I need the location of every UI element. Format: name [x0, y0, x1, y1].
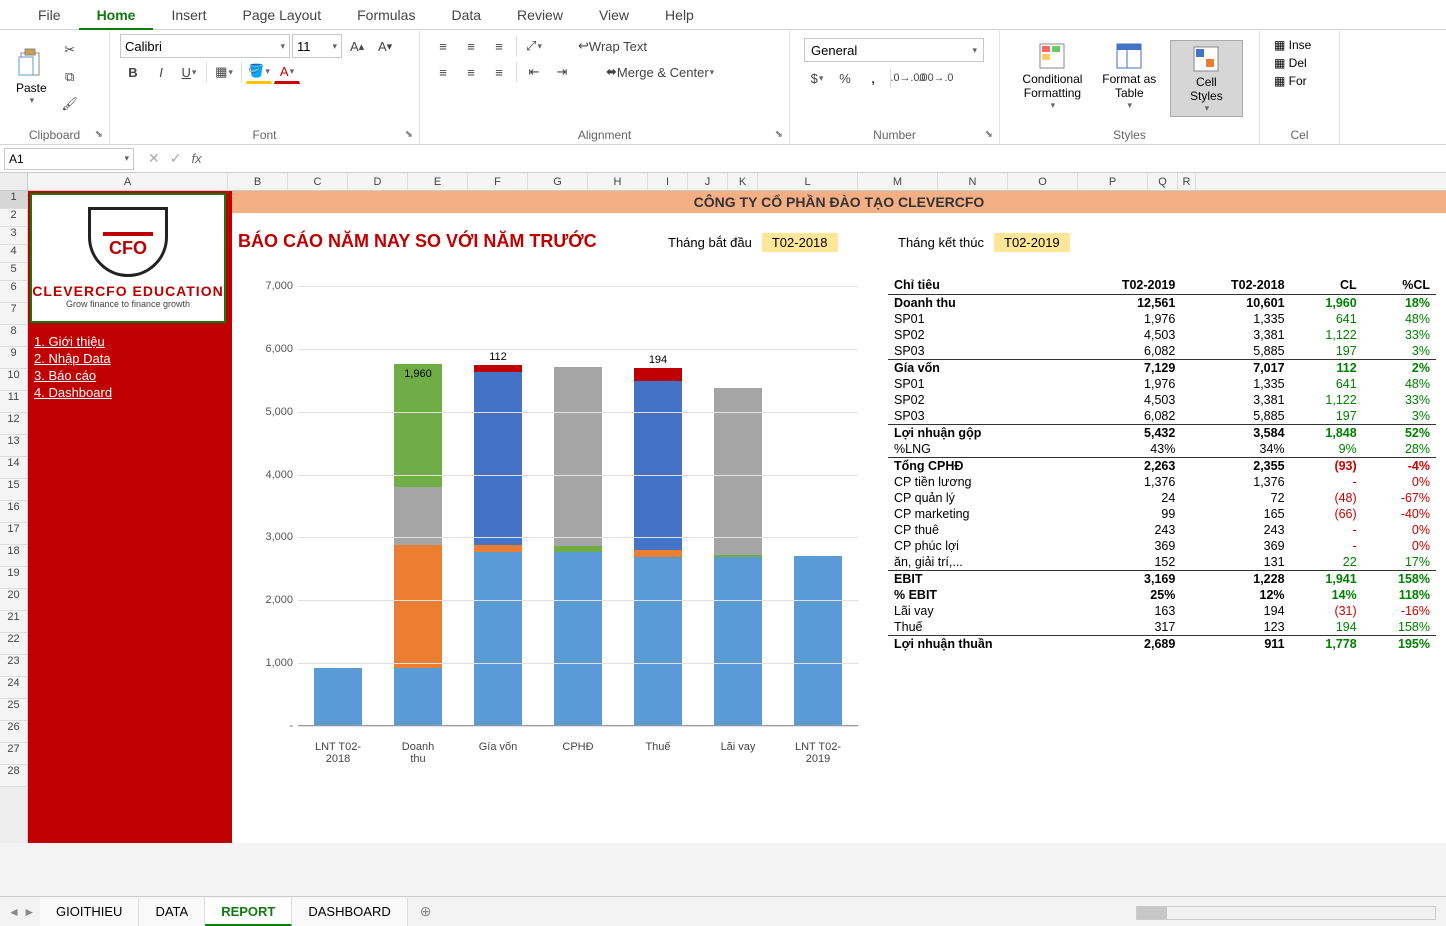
group-styles: Conditional Formatting▾ Format as Table▾… — [1000, 30, 1260, 144]
nav-sidebar: CFO CLEVERCFO EDUCATION Grow finance to … — [28, 191, 232, 843]
start-date-value: T02-2018 — [762, 233, 838, 252]
decrease-indent-button[interactable]: ⇤ — [521, 60, 547, 84]
number-format-combo[interactable]: General▾ — [804, 38, 984, 62]
increase-decimal-button[interactable]: .0→.00 — [895, 66, 921, 90]
add-sheet-button[interactable]: ⊕ — [408, 903, 444, 920]
increase-font-button[interactable]: A▴ — [344, 34, 370, 58]
nav-link-1[interactable]: 2. Nhập Data — [34, 350, 226, 367]
underline-button[interactable]: U▾ — [176, 60, 202, 84]
tab-help[interactable]: Help — [647, 0, 712, 30]
ribbon-body: Paste▾ ✂ ⧉ 🖌 Clipboard ⬊ Calibri▾ 11▾ A▴… — [0, 30, 1446, 145]
align-top-button[interactable]: ≡ — [430, 34, 456, 58]
font-size-combo[interactable]: 11▾ — [292, 34, 342, 58]
sheet-tab-report[interactable]: REPORT — [205, 898, 292, 926]
group-font: Calibri▾ 11▾ A▴ A▾ B I U▾ ▦▾ 🪣▾ A▾ Font … — [110, 30, 420, 144]
paste-button[interactable]: Paste▾ — [10, 34, 53, 119]
row-headers[interactable]: 1234567891011121314151617181920212223242… — [0, 173, 28, 843]
fill-color-button[interactable]: 🪣▾ — [246, 60, 272, 84]
worksheet-grid[interactable]: ABCDEFGHIJKLMNOPQR 123456789101112131415… — [0, 173, 1446, 843]
cut-button[interactable]: ✂ — [57, 38, 83, 61]
group-number: General▾ $▾ % , .0→.00 .00→.0 Number ⬊ — [790, 30, 1000, 144]
align-left-button[interactable]: ≡ — [430, 60, 456, 84]
group-alignment: ≡ ≡ ≡ ⤢▾ ↩ Wrap Text ≡ ≡ ≡ ⇤ ⇥ ⬌ Merge &… — [420, 30, 790, 144]
font-color-button[interactable]: A▾ — [274, 60, 300, 84]
align-right-button[interactable]: ≡ — [486, 60, 512, 84]
font-name-combo[interactable]: Calibri▾ — [120, 34, 290, 58]
font-launcher-icon[interactable]: ⬊ — [405, 129, 413, 140]
formula-input[interactable] — [208, 148, 1446, 170]
ribbon-tabs: FileHomeInsertPage LayoutFormulasDataRev… — [0, 0, 1446, 30]
format-cells-button[interactable]: ▦ For — [1274, 74, 1325, 88]
name-box[interactable]: A1▾ — [4, 148, 134, 170]
sheet-tab-data[interactable]: DATA — [139, 898, 205, 926]
nav-link-3[interactable]: 4. Dashboard — [34, 384, 226, 401]
number-launcher-icon[interactable]: ⬊ — [985, 129, 993, 140]
format-painter-button[interactable]: 🖌 — [57, 92, 83, 115]
orientation-button[interactable]: ⤢▾ — [521, 34, 547, 58]
percent-button[interactable]: % — [832, 66, 858, 90]
tab-insert[interactable]: Insert — [153, 0, 224, 30]
sheet-nav-buttons[interactable]: ◄ ► — [8, 905, 35, 919]
tab-page-layout[interactable]: Page Layout — [224, 0, 339, 30]
tab-review[interactable]: Review — [499, 0, 581, 30]
decrease-decimal-button[interactable]: .00→.0 — [923, 66, 949, 90]
group-cells: ▦ Inse ▦ Del ▦ For Cel — [1260, 30, 1340, 144]
tab-formulas[interactable]: Formulas — [339, 0, 433, 30]
tab-data[interactable]: Data — [433, 0, 499, 30]
group-clipboard: Paste▾ ✂ ⧉ 🖌 Clipboard ⬊ — [0, 30, 110, 144]
comparison-table: Chỉ tiêuT02-2019T02-2018CL%CLDoanh thu12… — [888, 276, 1436, 652]
nav-link-0[interactable]: 1. Giới thiệu — [34, 333, 226, 350]
logo: CFO CLEVERCFO EDUCATION Grow finance to … — [30, 193, 226, 323]
align-bottom-button[interactable]: ≡ — [486, 34, 512, 58]
tab-file[interactable]: File — [20, 0, 79, 30]
format-as-table-button[interactable]: Format as Table▾ — [1093, 40, 1166, 111]
horizontal-scrollbar[interactable] — [1136, 906, 1436, 920]
insert-cells-button[interactable]: ▦ Inse — [1274, 38, 1325, 52]
cell-styles-button[interactable]: Cell Styles▾ — [1170, 40, 1243, 117]
formula-bar: A1▾ ✕ ✓ fx — [0, 145, 1446, 173]
align-middle-button[interactable]: ≡ — [458, 34, 484, 58]
align-center-button[interactable]: ≡ — [458, 60, 484, 84]
borders-button[interactable]: ▦▾ — [211, 60, 237, 84]
increase-indent-button[interactable]: ⇥ — [549, 60, 575, 84]
comma-button[interactable]: , — [860, 66, 886, 90]
sheet-tab-bar: ◄ ► GIOITHIEUDATAREPORTDASHBOARD ⊕ — [0, 896, 1446, 926]
alignment-launcher-icon[interactable]: ⬊ — [775, 129, 783, 140]
italic-button[interactable]: I — [148, 60, 174, 84]
delete-cells-button[interactable]: ▦ Del — [1274, 56, 1325, 70]
fx-icon[interactable]: fx — [191, 151, 201, 166]
enter-formula-icon[interactable]: ✓ — [170, 150, 182, 167]
cancel-formula-icon[interactable]: ✕ — [148, 150, 160, 167]
merge-center-button[interactable]: ⬌ Merge & Center ▾ — [599, 60, 721, 84]
clipboard-launcher-icon[interactable]: ⬊ — [95, 129, 103, 140]
report-title: BÁO CÁO NĂM NAY SO VỚI NĂM TRƯỚC — [238, 231, 597, 252]
currency-button[interactable]: $▾ — [804, 66, 830, 90]
sheet-tab-dashboard[interactable]: DASHBOARD — [292, 898, 407, 926]
select-all-corner[interactable] — [0, 173, 28, 191]
bold-button[interactable]: B — [120, 60, 146, 84]
decrease-font-button[interactable]: A▾ — [372, 34, 398, 58]
tab-home[interactable]: Home — [79, 0, 154, 30]
end-date-value: T02-2019 — [994, 233, 1070, 252]
copy-button[interactable]: ⧉ — [57, 65, 83, 88]
wrap-text-button[interactable]: ↩ Wrap Text — [571, 34, 654, 58]
company-title: CÔNG TY CỔ PHẦN ĐÀO TẠO CLEVERCFO — [232, 191, 1446, 213]
conditional-formatting-button[interactable]: Conditional Formatting▾ — [1016, 40, 1089, 111]
sheet-tab-gioithieu[interactable]: GIOITHIEU — [40, 898, 139, 926]
column-headers[interactable]: ABCDEFGHIJKLMNOPQR — [28, 173, 1446, 191]
waterfall-chart[interactable]: 1,9601129319431 LNT T02-2018Doanh thuGía… — [238, 276, 878, 786]
nav-link-2[interactable]: 3. Báo cáo — [34, 367, 226, 384]
tab-view[interactable]: View — [581, 0, 647, 30]
